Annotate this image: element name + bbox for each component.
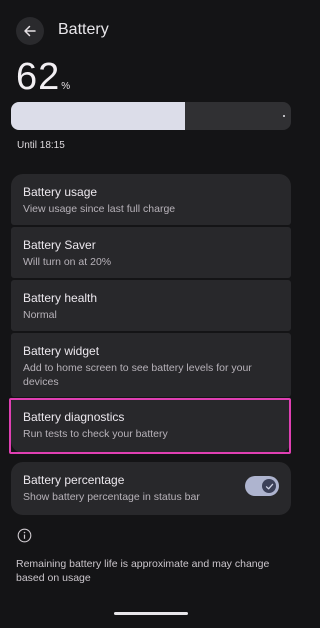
item-title: Battery Saver	[23, 238, 96, 252]
battery-widget-item[interactable]: Battery widget Add to home screen to see…	[11, 333, 291, 397]
battery-saver-item[interactable]: Battery Saver Will turn on at 20%	[11, 227, 291, 278]
app-header: Battery	[0, 0, 302, 62]
battery-until-text: Until 18:15	[17, 140, 65, 151]
back-arrow-icon	[24, 25, 36, 37]
battery-level-bar-end-dot	[283, 115, 285, 117]
battery-percentage-item[interactable]: Battery percentage Show battery percenta…	[11, 462, 291, 515]
battery-health-item[interactable]: Battery health Normal	[11, 280, 291, 331]
item-title: Battery health	[23, 291, 98, 305]
page-title: Battery	[58, 21, 109, 38]
diagnostics-highlight-frame	[9, 398, 291, 454]
battery-level-unit: %	[61, 81, 71, 92]
battery-percentage-toggle[interactable]	[245, 476, 279, 496]
item-subtitle: Show battery percentage in status bar	[23, 491, 200, 503]
item-title: Battery widget	[23, 344, 100, 358]
home-indicator[interactable]	[114, 612, 188, 615]
back-button[interactable]	[16, 17, 44, 45]
item-subtitle: Normal	[23, 309, 57, 321]
check-icon	[265, 483, 273, 489]
battery-level-value: 62	[16, 56, 61, 98]
battery-level-bar-fill	[11, 102, 185, 130]
item-title: Battery percentage	[23, 473, 125, 487]
toggle-knob	[262, 479, 276, 493]
item-subtitle: View usage since last full charge	[23, 203, 176, 215]
item-subtitle: Add to home screen to see battery levels…	[23, 362, 252, 388]
battery-level: 62%	[16, 56, 70, 98]
battery-level-bar	[11, 102, 291, 130]
item-title: Battery usage	[23, 185, 98, 199]
item-subtitle: Will turn on at 20%	[23, 256, 112, 268]
info-icon	[17, 528, 32, 543]
footer-note: Remaining battery life is approximate an…	[16, 558, 270, 584]
battery-usage-item[interactable]: Battery usage View usage since last full…	[11, 174, 291, 225]
